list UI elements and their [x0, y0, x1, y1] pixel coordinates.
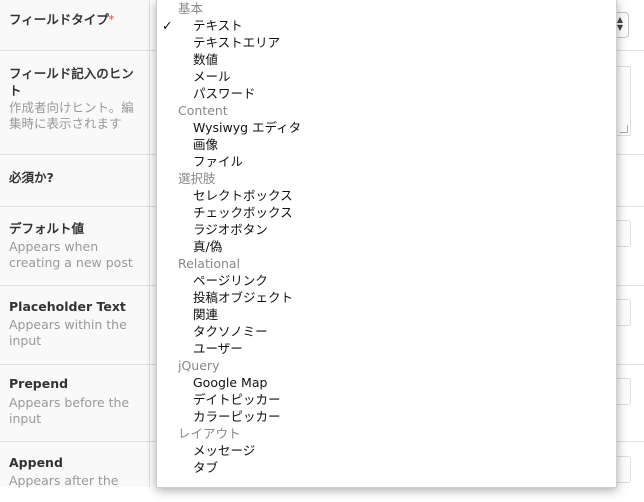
- checkmark-icon: ✓: [162, 18, 173, 33]
- resize-handle-icon[interactable]: [620, 125, 628, 133]
- dropdown-group-label: 基本: [178, 1, 204, 16]
- field-description: 作成者向けヒント。編集時に表示されます: [9, 100, 134, 131]
- select-arrows-icon: ▲ ▼: [616, 15, 623, 32]
- field-description: Appears within the input: [9, 317, 127, 348]
- dropdown-option[interactable]: ✓ テキスト: [157, 17, 616, 34]
- dropdown-option[interactable]: デイトピッカー: [157, 391, 616, 408]
- dropdown-option[interactable]: タブ: [157, 459, 616, 476]
- dropdown-option[interactable]: 画像: [157, 136, 616, 153]
- field-row-append: Append Appears after the: [0, 442, 149, 502]
- field-label: Prepend: [9, 376, 69, 391]
- dropdown-option-label: メール: [193, 69, 231, 84]
- dropdown-group-label: 選択肢: [178, 171, 216, 186]
- dropdown-option[interactable]: ファイル: [157, 153, 616, 170]
- field-label: フィールドタイプ*: [9, 12, 115, 27]
- required-mark: *: [108, 13, 115, 26]
- dropdown-group-label: Content: [178, 103, 228, 118]
- field-description: Appears when creating a new post: [9, 239, 133, 270]
- field-row-type: フィールドタイプ*: [0, 0, 149, 51]
- dropdown-option-label: テキスト: [193, 18, 243, 33]
- dropdown-option-label: タブ: [193, 460, 219, 475]
- dropdown-option-label: ラジオボタン: [193, 222, 268, 237]
- dropdown-option[interactable]: テキストエリア: [157, 34, 616, 51]
- dropdown-option[interactable]: タクソノミー: [157, 323, 616, 340]
- dropdown-option-label: 数値: [193, 52, 219, 67]
- dropdown-option-label: ページリンク: [193, 273, 268, 288]
- dropdown-option-label: メッセージ: [193, 443, 256, 458]
- field-row-hint: フィールド記入のヒント 作成者向けヒント。編集時に表示されます: [0, 51, 149, 155]
- dropdown-option-label: セレクトボックス: [193, 188, 293, 203]
- dropdown-option-label: チェックボックス: [193, 205, 293, 220]
- field-label: デフォルト値: [9, 221, 85, 236]
- dropdown-option[interactable]: 関連: [157, 306, 616, 323]
- dropdown-option-label: テキストエリア: [193, 35, 281, 50]
- dropdown-option-label: パスワード: [193, 86, 256, 101]
- dropdown-option[interactable]: 数値: [157, 51, 616, 68]
- field-labels-column: フィールドタイプ* フィールド記入のヒント 作成者向けヒント。編集時に表示されま…: [0, 0, 150, 488]
- field-label: Placeholder Text: [9, 299, 126, 314]
- dropdown-group-label: jQuery: [178, 358, 220, 373]
- dropdown-group-label: Relational: [178, 256, 241, 271]
- dropdown-option[interactable]: セレクトボックス: [157, 187, 616, 204]
- field-row-default: デフォルト値 Appears when creating a new post: [0, 207, 149, 286]
- dropdown-option-label: 投稿オブジェクト: [193, 290, 294, 305]
- dropdown-option[interactable]: ラジオボタン: [157, 221, 616, 238]
- dropdown-option-label: ファイル: [193, 154, 244, 169]
- dropdown-option[interactable]: 真/偽: [157, 238, 616, 255]
- field-label: Append: [9, 455, 63, 470]
- dropdown-option-label: Google Map: [193, 375, 268, 390]
- dropdown-option[interactable]: Wysiwyg エディタ: [157, 119, 616, 136]
- field-row-prepend: Prepend Appears before the input: [0, 365, 149, 442]
- field-label: 必須か?: [9, 170, 54, 185]
- dropdown-option-label: 画像: [193, 137, 219, 152]
- dropdown-option-label: タクソノミー: [193, 324, 268, 339]
- field-type-dropdown-menu: 基本 ✓ テキストテキストエリア 数値メールパスワード Content Wysiwyg エ…: [156, 0, 617, 488]
- field-description: Appears before the input: [9, 395, 130, 426]
- dropdown-option-label: Wysiwyg エディタ: [193, 120, 302, 135]
- field-label: フィールド記入のヒント: [9, 66, 134, 98]
- dropdown-option[interactable]: カラーピッカー: [157, 408, 616, 425]
- dropdown-option-label: 真/偽: [193, 239, 223, 254]
- dropdown-option[interactable]: ユーザー: [157, 340, 616, 357]
- dropdown-option[interactable]: メッセージ: [157, 442, 616, 459]
- dropdown-group-label: レイアウト: [178, 426, 241, 441]
- dropdown-option[interactable]: Google Map: [157, 374, 616, 391]
- dropdown-option[interactable]: パスワード: [157, 85, 616, 102]
- dropdown-option-label: 関連: [193, 307, 219, 322]
- dropdown-option-label: ユーザー: [193, 341, 243, 356]
- dropdown-option[interactable]: 投稿オブジェクト: [157, 289, 616, 306]
- field-row-placeholder: Placeholder Text Appears within the inpu…: [0, 286, 149, 365]
- dropdown-option[interactable]: チェックボックス: [157, 204, 616, 221]
- dropdown-option[interactable]: ページリンク: [157, 272, 616, 289]
- dropdown-option[interactable]: メール: [157, 68, 616, 85]
- dropdown-option-label: カラーピッカー: [193, 409, 281, 424]
- dropdown-option-label: デイトピッカー: [193, 392, 281, 407]
- field-row-required: 必須か?: [0, 155, 149, 207]
